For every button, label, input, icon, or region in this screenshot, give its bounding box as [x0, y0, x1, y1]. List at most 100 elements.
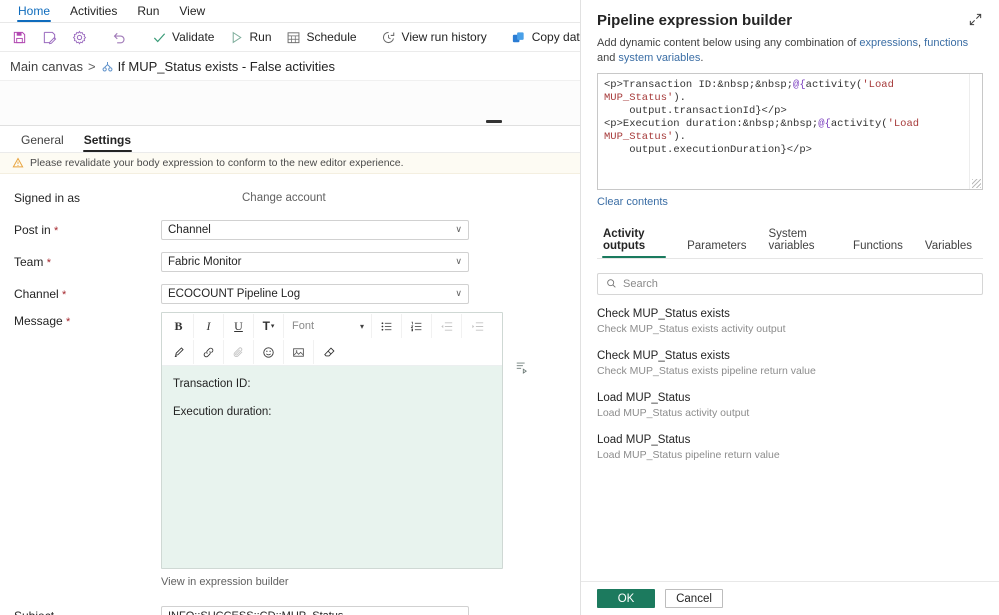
required-marker: *	[46, 256, 51, 269]
cancel-button[interactable]: Cancel	[665, 589, 723, 608]
description-suffix: .	[700, 51, 704, 64]
if-condition-icon	[101, 60, 114, 73]
code-editor-scrollbar[interactable]	[969, 73, 982, 189]
expression-code-editor[interactable]: <p>Transaction ID:&nbsp;&nbsp;@{activity…	[597, 72, 983, 190]
breadcrumb: Main canvas > If MUP_Status exists - Fal…	[0, 52, 580, 80]
tab-activity-outputs[interactable]: Activity outputs	[597, 224, 676, 258]
breadcrumb-main-canvas[interactable]: Main canvas	[10, 59, 83, 74]
font-placeholder: Font	[292, 320, 315, 332]
ribbon-tab-run[interactable]: Run	[127, 2, 169, 22]
save-button[interactable]	[4, 25, 34, 49]
subject-input[interactable]: INFO::SUCCESS::CD::MUP_Status	[161, 606, 469, 615]
code-prop2: output.executionDuration}</p>	[604, 143, 812, 156]
save-as-icon	[41, 29, 57, 45]
post-in-label: Post in *	[14, 223, 161, 237]
expression-builder-description: Add dynamic content below using any comb…	[581, 29, 999, 66]
ribbon-tab-bar: Home Activities Run View	[0, 0, 580, 22]
search-input[interactable]: Search	[597, 272, 983, 295]
italic-button[interactable]: I	[194, 314, 224, 338]
decrease-indent-button[interactable]	[432, 314, 462, 338]
code-fn1b: ).	[673, 91, 686, 104]
highlighter-button[interactable]	[164, 340, 194, 364]
expression-code-content: <p>Transaction ID:&nbsp;&nbsp;@{activity…	[598, 74, 982, 162]
schedule-button[interactable]: Schedule	[279, 25, 364, 49]
ribbon-tab-view[interactable]: View	[169, 2, 215, 22]
output-subtitle: Check MUP_Status exists activity output	[597, 322, 786, 335]
page-title: Pipeline expression builder	[597, 12, 793, 29]
list-item[interactable]: Load MUP_Status Load MUP_Status pipeline…	[597, 433, 983, 462]
list-item[interactable]: Load MUP_Status Load MUP_Status activity…	[597, 391, 983, 420]
team-dropdown[interactable]: Fabric Monitor ∨	[161, 251, 469, 272]
post-in-dropdown[interactable]: Channel ∨	[161, 219, 469, 240]
tab-general[interactable]: General	[12, 129, 73, 152]
search-placeholder: Search	[623, 277, 658, 290]
description-prefix: Add dynamic content below using any comb…	[597, 37, 860, 49]
copy-data-button[interactable]: Copy data ∨	[504, 25, 580, 49]
search-icon	[606, 278, 617, 289]
clear-contents-link[interactable]: Clear contents	[597, 196, 983, 208]
list-item[interactable]: Check MUP_Status exists Check MUP_Status…	[597, 307, 983, 336]
editor-toolbar-row-2	[162, 339, 502, 365]
save-as-button[interactable]	[34, 25, 64, 49]
code-editor-resize-handle[interactable]	[972, 178, 981, 188]
post-in-label-text: Post in	[14, 222, 51, 237]
list-item[interactable]: Check MUP_Status exists Check MUP_Status…	[597, 349, 983, 378]
tab-variables[interactable]: Variables	[914, 236, 983, 258]
tab-settings[interactable]: Settings	[75, 129, 140, 152]
expression-builder-panel: Pipeline expression builder Add dynamic …	[580, 0, 999, 615]
emoji-button[interactable]	[254, 340, 284, 364]
expressions-link[interactable]: expressions	[859, 37, 918, 49]
chevron-down-icon: ∨	[455, 288, 462, 298]
property-tab-bar: General Settings	[0, 126, 580, 152]
team-value: Fabric Monitor	[168, 255, 242, 268]
tab-functions[interactable]: Functions	[842, 236, 914, 258]
expand-diagonal-icon[interactable]	[968, 12, 983, 27]
tab-parameters[interactable]: Parameters	[676, 236, 757, 258]
dynamic-content-icon[interactable]	[515, 360, 529, 374]
change-account-link[interactable]: Change account	[242, 192, 326, 204]
editor-toolbar: B I U T ▾ Font ▾	[162, 313, 502, 366]
code-at2: @{	[818, 117, 831, 130]
message-body[interactable]: Transaction ID: Execution duration:	[162, 366, 502, 568]
validate-button[interactable]: Validate	[144, 25, 221, 49]
panel-collapse-handle[interactable]	[486, 120, 502, 123]
activity-properties-panel: General Settings Please revalidate your …	[0, 125, 580, 615]
run-button[interactable]: Run	[221, 25, 278, 49]
link-button[interactable]	[194, 340, 224, 364]
breadcrumb-separator: >	[87, 58, 96, 74]
attach-button[interactable]	[224, 340, 254, 364]
image-button[interactable]	[284, 340, 314, 364]
bullet-list-button[interactable]	[372, 314, 402, 338]
activity-outputs-list: Check MUP_Status exists Check MUP_Status…	[581, 307, 999, 462]
settings-form: Signed in as Change account Post in * Ch…	[0, 174, 580, 615]
view-run-history-button[interactable]: View run history	[374, 25, 494, 49]
message-line-2: Execution duration:	[173, 406, 272, 418]
required-marker: *	[54, 224, 59, 237]
chevron-down-icon: ▾	[270, 323, 275, 330]
breadcrumb-current-label: If MUP_Status exists - False activities	[117, 58, 336, 74]
underline-button[interactable]: U	[224, 314, 254, 338]
tab-system-variables[interactable]: System variables	[758, 224, 843, 258]
code-seg2: <p>Execution duration:&nbsp;&nbsp;	[604, 117, 819, 130]
ok-button[interactable]: OK	[597, 589, 655, 608]
chevron-down-icon: ∨	[455, 224, 462, 234]
ribbon-tab-home[interactable]: Home	[8, 2, 60, 22]
functions-link[interactable]: functions	[924, 37, 968, 49]
undo-button[interactable]	[104, 25, 134, 49]
system-variables-link[interactable]: system variables	[618, 52, 700, 64]
font-dropdown[interactable]: Font ▾	[284, 314, 372, 338]
code-fn1a: activity(	[805, 78, 863, 91]
save-icon	[11, 29, 27, 45]
ribbon-tab-activities[interactable]: Activities	[60, 2, 127, 22]
numbered-list-button[interactable]	[402, 314, 432, 338]
increase-indent-button[interactable]	[462, 314, 492, 338]
eraser-button[interactable]	[314, 340, 344, 364]
description-mid2: and	[597, 51, 619, 64]
warning-icon	[12, 157, 24, 169]
copy-data-icon	[511, 29, 527, 45]
bold-button[interactable]: B	[164, 314, 194, 338]
settings-button[interactable]	[64, 25, 94, 49]
view-in-expression-builder-link[interactable]: View in expression builder	[161, 576, 580, 588]
channel-dropdown[interactable]: ECOCOUNT Pipeline Log ∨	[161, 283, 469, 304]
text-color-button[interactable]: T ▾	[254, 314, 284, 338]
